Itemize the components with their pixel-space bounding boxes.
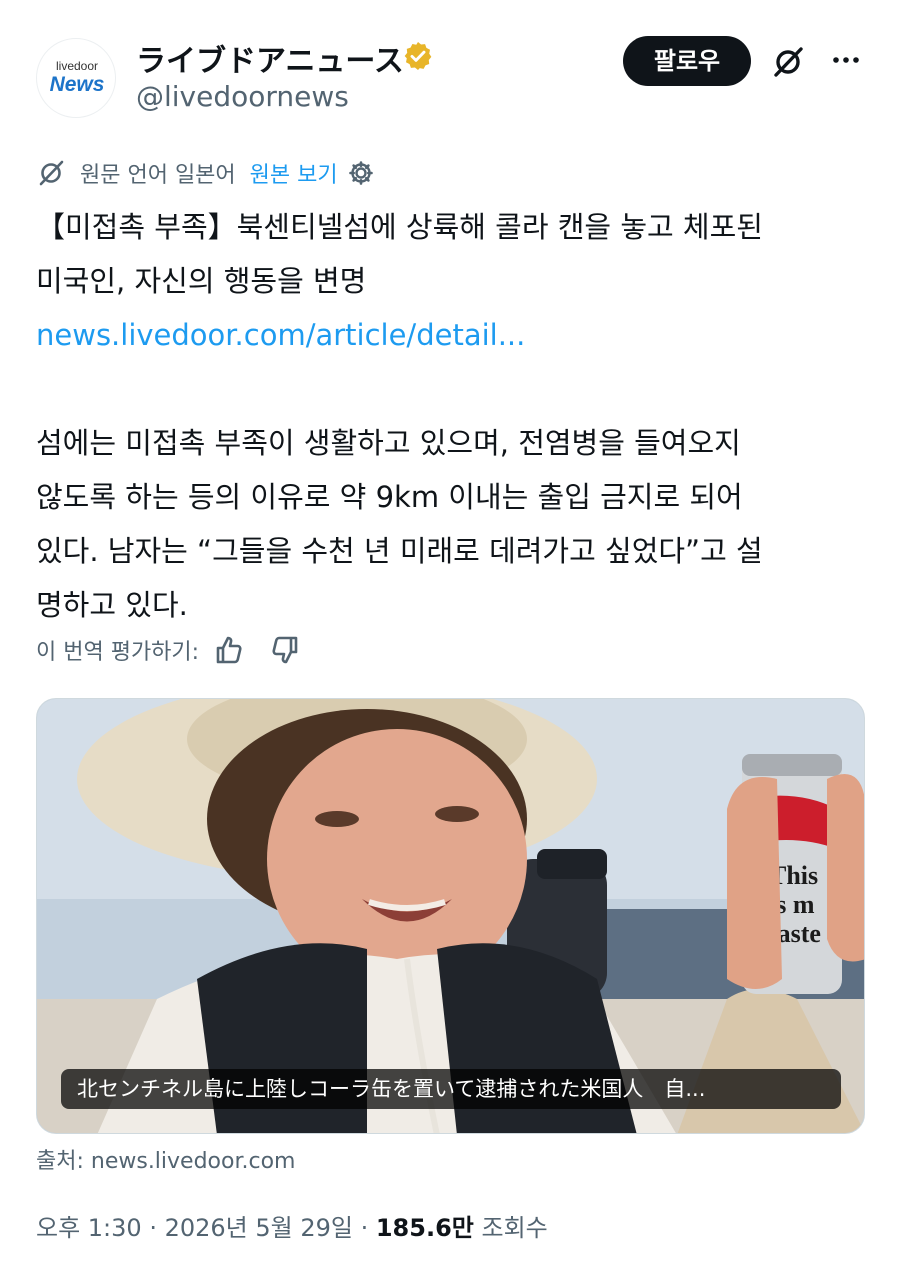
follow-button[interactable]: 팔로우 — [623, 36, 751, 86]
video-thumbnail[interactable]: This is m taste 北センチネル島に上陸しコーラ缶を置いて逮捕された… — [36, 698, 865, 1134]
meta-separator: · — [352, 1214, 376, 1242]
tweet-time[interactable]: 오후 1:30 — [36, 1214, 142, 1242]
tweet-text: 【미접촉 부족】북센티넬섬에 상륙해 콜라 캔을 놓고 체포된 미국인, 자신의… — [36, 200, 876, 632]
tweet-meta: 오후 1:30 · 2026년 5월 29일 · 185.6만 조회수 — [36, 1208, 548, 1243]
thumbs-up-icon[interactable] — [213, 633, 247, 667]
thumbs-down-icon[interactable] — [267, 633, 301, 667]
views-count: 185.6만 — [375, 1214, 474, 1242]
tweet-line: 섬에는 미접촉 부족이 생활하고 있으며, 전염병을 들여오지 — [36, 426, 741, 460]
display-name[interactable]: ライブドアニュース — [136, 36, 404, 80]
verified-badge-icon — [404, 42, 432, 70]
original-language-label: 원문 언어 일본어 — [80, 163, 236, 188]
translation-notice: 원문 언어 일본어 원본 보기 — [36, 155, 376, 191]
handle[interactable]: @livedoornews — [136, 80, 349, 113]
tweet-line: 미국인, 자신의 행동을 변명 — [36, 264, 367, 298]
gear-icon[interactable] — [346, 158, 376, 188]
grok-translate-icon — [39, 160, 64, 186]
meta-separator: · — [141, 1214, 165, 1242]
view-original-link[interactable]: 원본 보기 — [250, 157, 338, 189]
more-icon[interactable] — [830, 48, 862, 72]
tweet-line: 【미접촉 부족】북센티넬섬에 상륙해 콜라 캔을 놓고 체포된 — [36, 210, 763, 244]
tweet-line: 명하고 있다. — [36, 588, 188, 622]
tweet-date[interactable]: 2026년 5월 29일 — [165, 1214, 353, 1242]
video-caption: 北センチネル島に上陸しコーラ缶を置いて逮捕された米国人 自... — [61, 1069, 841, 1109]
avatar-brand-main: News — [49, 73, 105, 96]
avatar-brand-top: livedoor — [55, 59, 99, 73]
rate-translation: 이 번역 평가하기: — [36, 628, 321, 672]
grok-icon[interactable] — [770, 44, 806, 80]
tweet-line: 있다. 남자는 “그들을 수천 년 미래로 데려가고 싶었다”고 설 — [36, 534, 763, 568]
tweet-line: 않도록 하는 등의 이유로 약 9km 이내는 출입 금지로 되어 — [36, 480, 743, 514]
rate-translation-label: 이 번역 평가하기: — [36, 640, 200, 665]
views-label: 조회수 — [473, 1214, 548, 1242]
avatar[interactable]: livedoor News — [36, 38, 116, 118]
article-link[interactable]: news.livedoor.com/article/detail... — [36, 308, 876, 362]
media-source[interactable]: 출처: news.livedoor.com — [36, 1143, 295, 1175]
tweet-header: livedoor News ライブドアニュース @livedoornews 팔로… — [0, 0, 900, 130]
